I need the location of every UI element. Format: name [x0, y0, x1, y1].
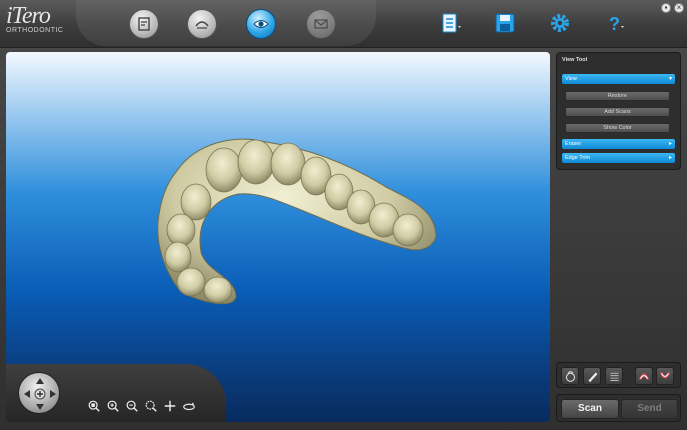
eraser-section-label: Eraser [565, 141, 582, 147]
view-tool-title: View Tool [562, 57, 588, 63]
pen-tool-button[interactable] [583, 367, 601, 385]
list-tool-button[interactable] [605, 367, 623, 385]
scan-button[interactable]: Scan [561, 399, 619, 419]
patient-info-button[interactable] [129, 9, 159, 39]
view-tool-panel: View Tool View ▾ Restore Add Scans Show … [556, 52, 681, 170]
upper-jaw-button[interactable] [635, 367, 653, 385]
show-color-button[interactable]: Show Color [565, 123, 670, 133]
move-arrows-icon [24, 378, 56, 410]
view-section-header[interactable]: View ▾ [562, 74, 675, 84]
tool-strip [556, 362, 681, 388]
save-disk-icon [495, 13, 515, 33]
send-button[interactable]: Send [621, 399, 678, 419]
pan-cross-icon [164, 400, 176, 412]
logo-name: iTero [6, 3, 51, 29]
scan-send-bar: Scan Send [556, 394, 681, 422]
patient-info-icon [138, 17, 150, 31]
lines-icon [609, 372, 619, 381]
lock-icon [565, 370, 575, 382]
chevron-down-icon: ▾ [668, 76, 672, 82]
close-button[interactable]: × [674, 3, 684, 13]
edge-trim-section-label: Edge Trim [565, 155, 591, 161]
settings-gear-icon [551, 14, 569, 32]
help-button[interactable]: ? [606, 12, 628, 34]
minimize-button[interactable]: ▪ [661, 3, 671, 13]
zoom-region-button[interactable] [143, 398, 159, 414]
app-window: iTero ORTHODONTIC ? ▪ × View Tool View ▾… [0, 0, 687, 430]
pen-icon [587, 371, 597, 382]
zoom-out-button[interactable] [124, 398, 140, 414]
list-menu-button[interactable] [440, 12, 462, 34]
zoom-controls [86, 398, 197, 414]
top-toolbar: iTero ORTHODONTIC ? ▪ × [0, 0, 687, 48]
view-section-label: View [565, 76, 577, 82]
lower-jaw-icon [659, 372, 671, 379]
zoom-fit-icon [88, 400, 100, 412]
restore-button[interactable]: Restore [565, 91, 670, 101]
eye-view-icon [253, 20, 269, 28]
logo-subtitle: ORTHODONTIC [6, 27, 64, 34]
scan-viewport[interactable] [6, 52, 550, 422]
zoom-region-icon [145, 400, 157, 412]
rotate-joystick[interactable] [18, 372, 60, 414]
svg-text:?: ? [609, 14, 620, 34]
eraser-section-header[interactable]: Eraser ▸ [562, 139, 675, 149]
scan-mode-icon [195, 21, 209, 29]
add-scans-button[interactable]: Add Scans [565, 107, 670, 117]
chevron-right-icon: ▸ [668, 141, 672, 147]
scan-mode-button[interactable] [187, 9, 217, 39]
lower-jaw-button[interactable] [656, 367, 674, 385]
zoom-fit-button[interactable] [86, 398, 102, 414]
edge-trim-section-header[interactable]: Edge Trim ▸ [562, 153, 675, 163]
chevron-right-icon: ▸ [668, 155, 672, 161]
rotate-button[interactable] [181, 398, 197, 414]
send-mail-button[interactable] [306, 9, 336, 39]
envelope-icon [314, 19, 328, 29]
zoom-out-icon [126, 400, 138, 412]
navigation-panel [6, 364, 226, 422]
save-button[interactable] [494, 12, 516, 34]
zoom-in-button[interactable] [105, 398, 121, 414]
lock-tool-button[interactable] [561, 367, 579, 385]
list-menu-icon [442, 13, 461, 33]
pan-button[interactable] [162, 398, 178, 414]
help-question-icon: ? [609, 14, 624, 34]
settings-button[interactable] [549, 12, 571, 34]
view-mode-button[interactable] [246, 9, 276, 39]
upper-jaw-icon [638, 373, 650, 380]
itero-logo: iTero ORTHODONTIC [6, 4, 63, 34]
side-panel: View Tool View ▾ Restore Add Scans Show … [556, 52, 681, 422]
rotate-icon [183, 402, 195, 411]
zoom-in-icon [107, 400, 119, 412]
